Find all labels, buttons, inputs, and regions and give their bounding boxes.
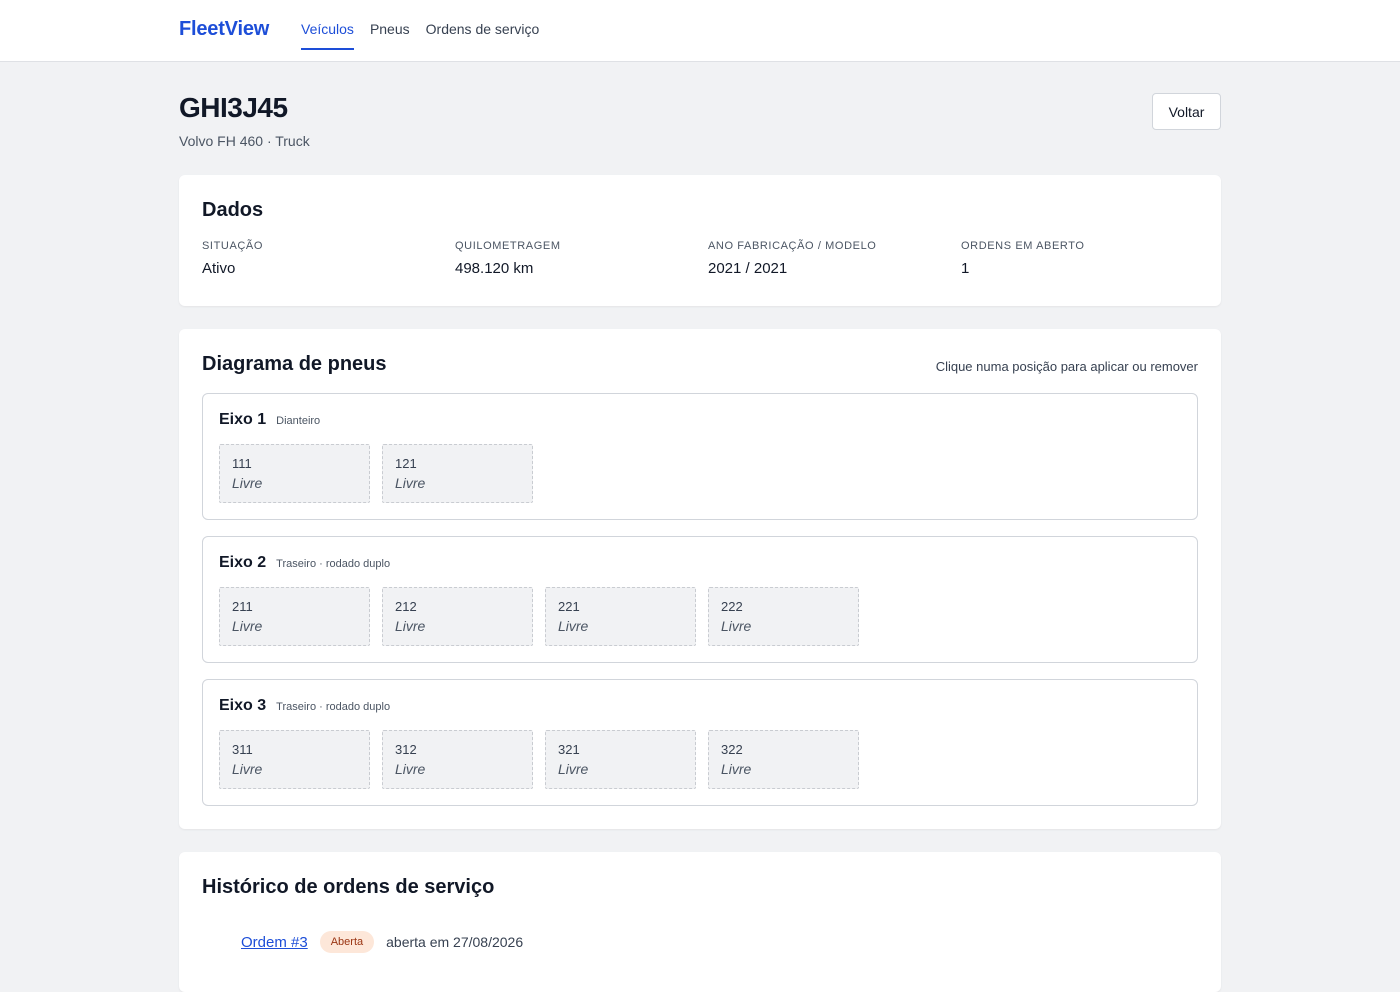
axle-name: Eixo 1: [219, 411, 267, 428]
axle-type: Traseiro · rodado duplo: [276, 558, 391, 570]
axle-3: Eixo 3 Traseiro · rodado duplo 311 Livre…: [202, 679, 1198, 806]
slot-state: Livre: [558, 761, 589, 777]
field-value: 2021 / 2021: [708, 260, 788, 277]
main-nav: Veículos Pneus Ordens de serviço: [301, 21, 539, 50]
tire-slot-111[interactable]: 111 Livre: [219, 444, 370, 503]
slot-state: Livre: [395, 618, 426, 634]
slot-state: Livre: [395, 475, 426, 491]
diagram-hint: Clique numa posição para aplicar ou remo…: [935, 359, 1198, 374]
axle-2: Eixo 2 Traseiro · rodado duplo 211 Livre…: [202, 536, 1198, 663]
slot-position: 311: [232, 742, 253, 757]
slot-position: 121: [395, 456, 417, 471]
dados-title: Dados: [202, 199, 264, 221]
order-history-card: Histórico de ordens de serviço Ordem #3 …: [179, 852, 1221, 992]
tire-slot-211[interactable]: 211 Livre: [219, 587, 370, 646]
axle-type: Dianteiro: [276, 415, 321, 427]
field-label: QUILOMETRAGEM: [455, 240, 561, 252]
slot-position: 222: [721, 599, 743, 614]
tire-slot-322[interactable]: 322 Livre: [708, 730, 859, 789]
field-label: SITUAÇÃO: [202, 240, 264, 252]
page-title: GHI3J45: [179, 92, 288, 123]
order-date: aberta em 27/08/2026: [386, 934, 524, 950]
slot-position: 111: [232, 456, 252, 471]
nav-item-pneus[interactable]: Pneus: [370, 21, 410, 50]
tire-slot-222[interactable]: 222 Livre: [708, 587, 859, 646]
field-situacao: SITUAÇÃO Ativo: [202, 240, 263, 277]
tire-slot-312[interactable]: 312 Livre: [382, 730, 533, 789]
history-title: Histórico de ordens de serviço: [202, 876, 495, 898]
slot-state: Livre: [721, 761, 752, 777]
field-ano: ANO FABRICAÇÃO / MODELO 2021 / 2021: [708, 240, 876, 277]
order-link[interactable]: Ordem #3: [241, 934, 308, 951]
tire-slot-221[interactable]: 221 Livre: [545, 587, 696, 646]
axle-name: Eixo 2: [219, 554, 267, 571]
field-value: 498.120 km: [455, 260, 534, 277]
list-item: Ordem #3 Aberta aberta em 27/08/2026: [241, 931, 523, 953]
slot-state: Livre: [558, 618, 589, 634]
field-value: 1: [961, 260, 970, 277]
status-badge: Aberta: [319, 931, 375, 953]
diagram-title: Diagrama de pneus: [202, 353, 387, 375]
tire-slot-311[interactable]: 311 Livre: [219, 730, 370, 789]
field-value: Ativo: [202, 260, 236, 277]
axle-1: Eixo 1 Dianteiro 111 Livre 121 Livre: [202, 393, 1198, 520]
slot-state: Livre: [232, 475, 263, 491]
back-button[interactable]: Voltar: [1152, 93, 1221, 130]
vehicle-subtitle: Volvo FH 460 · Truck: [179, 133, 310, 149]
tire-slot-321[interactable]: 321 Livre: [545, 730, 696, 789]
dados-card: Dados SITUAÇÃO Ativo QUILOMETRAGEM 498.1…: [179, 175, 1221, 306]
field-label: ORDENS EM ABERTO: [961, 240, 1085, 252]
top-navbar: FleetView Veículos Pneus Ordens de servi…: [0, 0, 1400, 62]
slot-state: Livre: [395, 761, 426, 777]
nav-item-ordens[interactable]: Ordens de serviço: [426, 21, 540, 50]
slot-position: 312: [395, 742, 417, 757]
slot-state: Livre: [721, 618, 752, 634]
slot-position: 211: [232, 599, 253, 614]
slot-position: 321: [558, 742, 580, 757]
field-label: ANO FABRICAÇÃO / MODELO: [708, 240, 877, 252]
nav-item-veiculos[interactable]: Veículos: [301, 21, 354, 50]
slot-state: Livre: [232, 618, 263, 634]
slot-position: 221: [558, 599, 580, 614]
tire-slot-212[interactable]: 212 Livre: [382, 587, 533, 646]
field-ordens-abertas: ORDENS EM ABERTO 1: [961, 240, 1085, 277]
slot-position: 212: [395, 599, 417, 614]
slot-state: Livre: [232, 761, 263, 777]
field-quilometragem: QUILOMETRAGEM 498.120 km: [455, 240, 561, 277]
axle-name: Eixo 3: [219, 697, 267, 714]
tire-diagram-card: Diagrama de pneus Clique numa posição pa…: [179, 329, 1221, 829]
tire-slot-121[interactable]: 121 Livre: [382, 444, 533, 503]
slot-position: 322: [721, 742, 743, 757]
axle-type: Traseiro · rodado duplo: [276, 701, 391, 713]
brand-logo[interactable]: FleetView: [179, 18, 269, 41]
